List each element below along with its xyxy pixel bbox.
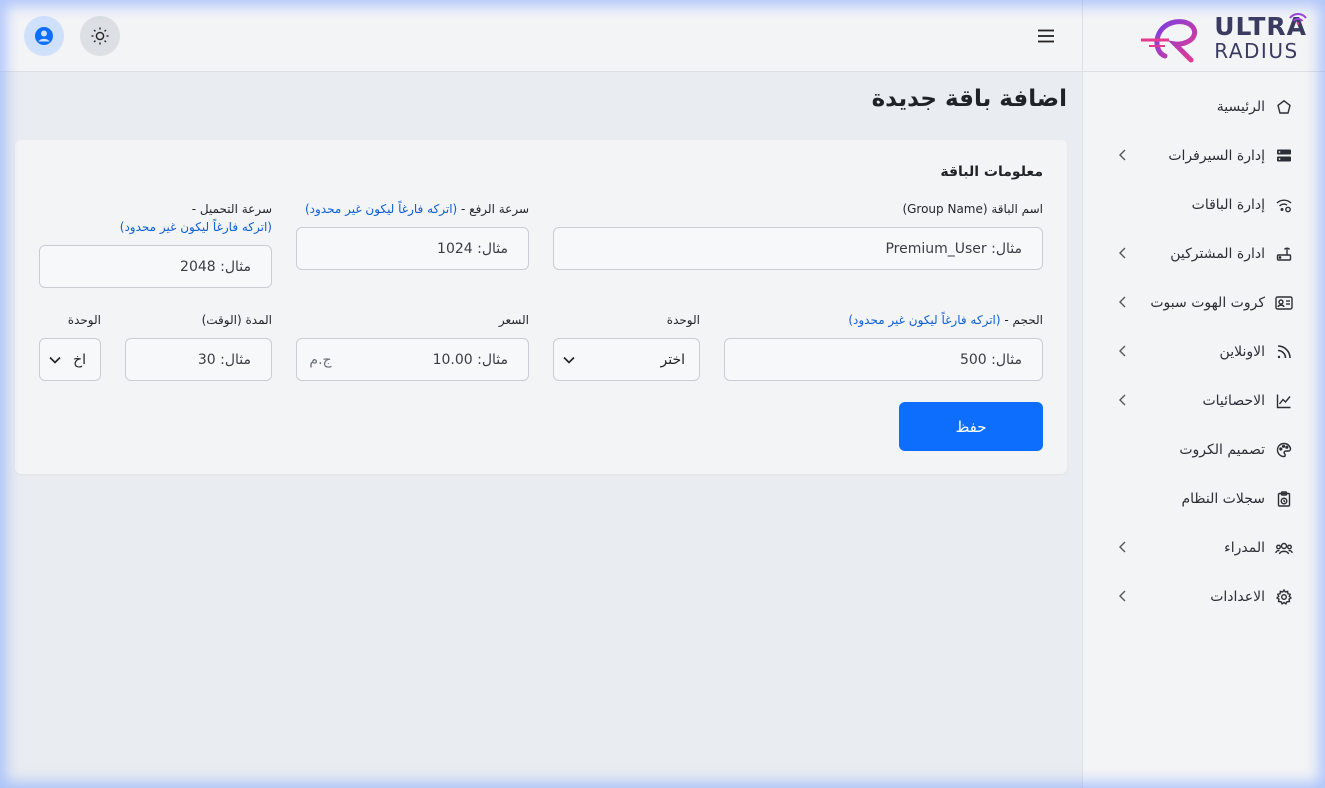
price-input[interactable]	[343, 338, 529, 381]
hamburger-menu-icon[interactable]	[1036, 26, 1056, 46]
duration-input[interactable]	[125, 338, 272, 381]
clipboard-clock-icon	[1275, 490, 1293, 508]
size-unit-value: اختر	[660, 351, 686, 368]
group-name-input[interactable]	[553, 227, 1043, 270]
sidebar-item-packages[interactable]: إدارة الباقات	[1083, 180, 1325, 229]
chevron-left-icon	[1119, 247, 1126, 259]
chevron-left-icon	[1119, 345, 1126, 357]
chevron-left-icon	[1119, 394, 1126, 406]
group-name-label: اسم الباقة (Group Name)	[902, 202, 1043, 216]
sidebar-item-label: ادارة المشتركين	[1170, 245, 1265, 262]
size-hint: (اتركه فارغاً ليكون غير محدود)	[848, 313, 1001, 327]
duration-unit-label: الوحدة	[67, 313, 101, 327]
duration-unit-select[interactable]: اخ	[39, 338, 101, 381]
sidebar: ULTRA RADIUS الرئيسية إدارة السيرفرات إد…	[1082, 0, 1325, 788]
download-speed-input[interactable]	[39, 245, 272, 288]
brand-line2: RADIUS	[1214, 38, 1299, 63]
size-label: الحجم - (اتركه فارغاً ليكون غير محدود)	[848, 313, 1043, 327]
top-bar	[0, 0, 1082, 72]
sidebar-item-label: الاحصائيات	[1202, 392, 1265, 409]
rss-icon	[1275, 343, 1293, 361]
sidebar-item-home[interactable]: الرئيسية	[1083, 82, 1325, 131]
sidebar-item-statistics[interactable]: الاحصائيات	[1083, 376, 1325, 425]
sidebar-item-label: تصميم الكروت	[1179, 441, 1265, 458]
sidebar-item-label: المدراء	[1224, 539, 1265, 556]
theme-toggle-button[interactable]	[80, 16, 120, 56]
logo-area: ULTRA RADIUS	[1083, 0, 1325, 72]
section-title: معلومات الباقة	[940, 164, 1043, 180]
server-icon	[1275, 147, 1293, 165]
sidebar-item-admins[interactable]: المدراء	[1083, 523, 1325, 572]
sidebar-item-label: إدارة الباقات	[1191, 196, 1265, 213]
user-circle-icon	[35, 27, 53, 45]
sidebar-item-hotspot-cards[interactable]: كروت الهوت سبوت	[1083, 278, 1325, 327]
wifi-signal-icon	[1289, 12, 1307, 25]
price-label: السعر	[498, 313, 529, 327]
sidebar-item-subscribers[interactable]: ادارة المشتركين	[1083, 229, 1325, 278]
chevron-left-icon	[1119, 149, 1126, 161]
duration-label: المدة (الوقت)	[201, 313, 272, 327]
save-button[interactable]: حفظ	[899, 402, 1043, 451]
download-speed-hint: (اتركه فارغاً ليكون غير محدود)	[119, 220, 272, 234]
chevron-down-icon	[563, 356, 575, 364]
user-profile-button[interactable]	[24, 16, 64, 56]
currency-addon: ج.م	[296, 338, 344, 381]
wifi-gear-icon	[1275, 196, 1293, 214]
sidebar-item-label: كروت الهوت سبوت	[1150, 294, 1265, 311]
chart-line-icon	[1275, 392, 1293, 410]
brand-logo[interactable]: ULTRA RADIUS	[1139, 8, 1309, 64]
upload-speed-label: سرعة الرفع - (اتركه فارغاً ليكون غير محد…	[304, 202, 529, 216]
duration-unit-value: اخ	[73, 351, 86, 368]
size-input[interactable]	[724, 338, 1043, 381]
upload-speed-hint: (اتركه فارغاً ليكون غير محدود)	[304, 202, 458, 216]
logo-mark-icon	[1141, 18, 1198, 62]
sidebar-item-label: الاعدادات	[1210, 588, 1265, 605]
router-icon	[1275, 245, 1293, 263]
chevron-left-icon	[1119, 296, 1126, 308]
sidebar-item-label: إدارة السيرفرات	[1168, 147, 1265, 164]
home-icon	[1275, 98, 1293, 116]
palette-icon	[1275, 441, 1293, 459]
chevron-down-icon	[49, 356, 61, 364]
upload-speed-input[interactable]	[296, 227, 529, 270]
id-card-icon	[1275, 294, 1293, 312]
users-icon	[1275, 539, 1293, 557]
sidebar-item-label: الرئيسية	[1216, 98, 1265, 115]
sidebar-item-online[interactable]: الاونلاين	[1083, 327, 1325, 376]
size-unit-select[interactable]: اختر	[553, 338, 700, 381]
chevron-left-icon	[1119, 590, 1126, 602]
sidebar-item-card-design[interactable]: تصميم الكروت	[1083, 425, 1325, 474]
sidebar-item-label: سجلات النظام	[1181, 490, 1265, 507]
package-form-card: معلومات الباقة اسم الباقة (Group Name) س…	[15, 140, 1067, 474]
page-title: اضافة باقة جديدة	[871, 86, 1067, 112]
sidebar-nav: الرئيسية إدارة السيرفرات إدارة الباقات ا…	[1083, 72, 1325, 621]
sidebar-item-system-logs[interactable]: سجلات النظام	[1083, 474, 1325, 523]
currency-label: ج.م	[309, 351, 332, 368]
sun-icon	[91, 27, 109, 45]
download-speed-label: سرعة التحميل - (اتركه فارغاً ليكون غير م…	[119, 202, 272, 234]
gear-icon	[1275, 588, 1293, 606]
size-unit-label: الوحدة	[666, 313, 700, 327]
chevron-left-icon	[1119, 541, 1126, 553]
sidebar-item-servers[interactable]: إدارة السيرفرات	[1083, 131, 1325, 180]
sidebar-item-settings[interactable]: الاعدادات	[1083, 572, 1325, 621]
sidebar-item-label: الاونلاين	[1219, 343, 1265, 360]
